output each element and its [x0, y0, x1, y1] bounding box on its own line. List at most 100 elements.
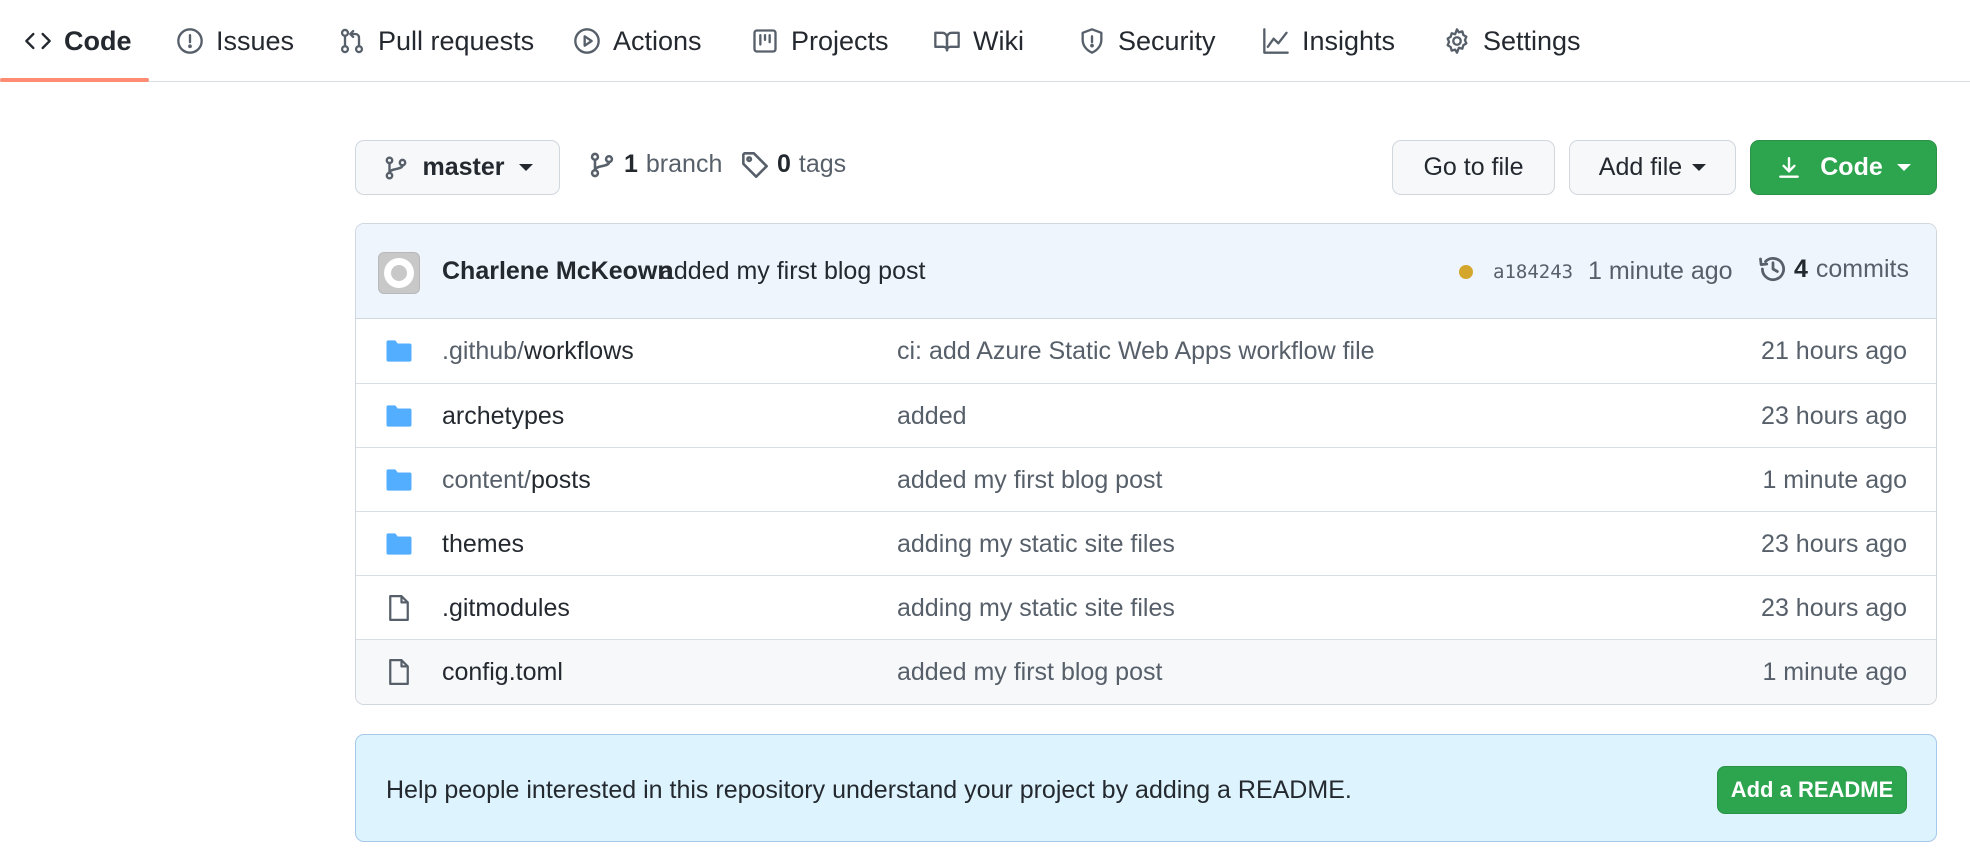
file-commit-message[interactable]: added my first blog post [897, 658, 1162, 687]
branch-count: 1 [624, 150, 638, 178]
book-icon [934, 31, 960, 52]
folder-icon [386, 405, 412, 427]
chevron-down-icon [518, 164, 533, 171]
tab-projects-label: Projects [791, 25, 889, 56]
tab-pull-requests-label: Pull requests [378, 25, 535, 56]
project-icon [753, 29, 777, 53]
latest-commit-bar: Charlene McKeown added my first blog pos… [356, 224, 1936, 319]
tab-wiki-label: Wiki [973, 25, 1024, 56]
file-row[interactable]: themes adding my static site files 23 ho… [356, 511, 1936, 575]
file-icon [389, 659, 409, 685]
file-age: 1 minute ago [1762, 466, 1907, 494]
add-file-label: Add file [1598, 153, 1683, 181]
file-row[interactable]: archetypes added 23 hours ago [356, 383, 1936, 447]
tab-code-label: Code [64, 25, 132, 56]
gear-icon [1446, 28, 1468, 54]
file-name[interactable]: .gitmodules [442, 594, 570, 623]
file-age: 23 hours ago [1761, 594, 1907, 622]
code-icon [25, 32, 51, 50]
graph-icon [1263, 28, 1289, 54]
tab-security[interactable]: Security [1078, 0, 1216, 82]
add-file-button[interactable]: Add file [1569, 140, 1736, 195]
commit-sha[interactable]: a184243 [1493, 261, 1573, 283]
file-commit-message[interactable]: adding my static site files [897, 530, 1175, 559]
tab-code[interactable]: Code [24, 0, 132, 82]
readme-banner: Help people interested in this repositor… [355, 734, 1937, 842]
commit-time: 1 minute ago [1588, 257, 1733, 285]
play-icon [574, 28, 600, 54]
file-row[interactable]: config.toml added my first blog post 1 m… [356, 639, 1936, 704]
branch-selector-label: master [422, 153, 505, 181]
tab-issues[interactable]: Issues [176, 0, 294, 82]
code-download-label: Code [1820, 153, 1883, 181]
shield-icon [1081, 28, 1103, 54]
branches-link[interactable]: 1 branch [588, 150, 722, 179]
file-path-prefix: .github/ [442, 337, 525, 365]
download-icon [1779, 156, 1800, 178]
commit-author[interactable]: Charlene McKeown [442, 257, 673, 286]
branch-icon [590, 152, 614, 177]
file-commit-message[interactable]: ci: add Azure Static Web Apps workflow f… [897, 337, 1375, 366]
folder-icon [386, 533, 412, 555]
go-to-file-label: Go to file [1423, 153, 1524, 181]
tab-security-label: Security [1118, 25, 1216, 56]
commit-count: 4 [1794, 254, 1808, 283]
tab-wiki[interactable]: Wiki [933, 0, 1024, 82]
branch-label: branch [645, 150, 723, 178]
file-commit-message[interactable]: added my first blog post [897, 466, 1162, 495]
file-name-leaf: .gitmodules [442, 594, 570, 622]
file-commit-message[interactable]: adding my static site files [897, 594, 1175, 623]
tags-link[interactable]: 0 tags [741, 150, 846, 179]
tab-issues-label: Issues [216, 25, 295, 56]
file-name[interactable]: archetypes [442, 402, 564, 431]
file-age: 1 minute ago [1762, 658, 1907, 686]
commits-link[interactable]: 4 commits [1758, 254, 1909, 284]
file-name[interactable]: themes [442, 530, 524, 559]
file-name-leaf: workflows [524, 337, 634, 365]
file-age: 23 hours ago [1761, 402, 1907, 430]
commit-status-dot[interactable] [1459, 265, 1473, 279]
commit-label: commits [1815, 254, 1909, 283]
tab-pull-requests[interactable]: Pull requests [338, 0, 534, 82]
tab-settings[interactable]: Settings [1443, 0, 1581, 82]
branch-selector[interactable]: master [355, 140, 560, 195]
file-icon [389, 595, 409, 621]
file-name[interactable]: .github/workflows [442, 337, 634, 366]
file-name[interactable]: content/posts [442, 466, 591, 495]
tab-actions[interactable]: Actions [573, 0, 702, 82]
folder-icon [386, 340, 412, 362]
file-row[interactable]: content/posts added my first blog post 1… [356, 447, 1936, 511]
file-row[interactable]: .github/workflows ci: add Azure Static W… [356, 319, 1936, 383]
active-tab-underline [0, 78, 149, 82]
tab-insights-label: Insights [1302, 25, 1396, 56]
folder-icon [386, 469, 412, 491]
go-to-file-button[interactable]: Go to file [1392, 140, 1555, 195]
avatar[interactable] [378, 252, 420, 294]
tab-settings-label: Settings [1483, 25, 1581, 56]
tab-insights[interactable]: Insights [1262, 0, 1395, 82]
chevron-down-icon [1692, 164, 1707, 171]
history-icon [1759, 257, 1785, 281]
add-readme-button[interactable]: Add a README [1717, 766, 1907, 814]
tab-projects[interactable]: Projects [751, 0, 889, 82]
file-browser: Charlene McKeown added my first blog pos… [355, 223, 1937, 705]
file-age: 23 hours ago [1761, 530, 1907, 558]
add-readme-label: Add a README [1730, 777, 1894, 802]
file-path-prefix: content/ [442, 466, 531, 494]
tag-icon [742, 151, 768, 178]
branch-icon [385, 156, 406, 179]
file-name-leaf: posts [530, 466, 591, 494]
readme-banner-text: Help people interested in this repositor… [386, 776, 1352, 804]
pull-request-icon [340, 28, 364, 54]
file-name[interactable]: config.toml [442, 658, 563, 687]
file-commit-message[interactable]: added [897, 402, 967, 431]
file-row[interactable]: .gitmodules adding my static site files … [356, 575, 1936, 639]
issue-icon [177, 28, 203, 54]
tag-count: 0 [777, 150, 791, 178]
file-name-leaf: archetypes [442, 402, 565, 430]
file-name-leaf: config.toml [442, 658, 563, 686]
repo-nav: Code Issues Pull requests Actions Projec… [0, 0, 1970, 82]
code-download-button[interactable]: Code [1750, 140, 1937, 195]
commit-message[interactable]: added my first blog post [660, 257, 925, 286]
file-age: 21 hours ago [1761, 337, 1907, 365]
